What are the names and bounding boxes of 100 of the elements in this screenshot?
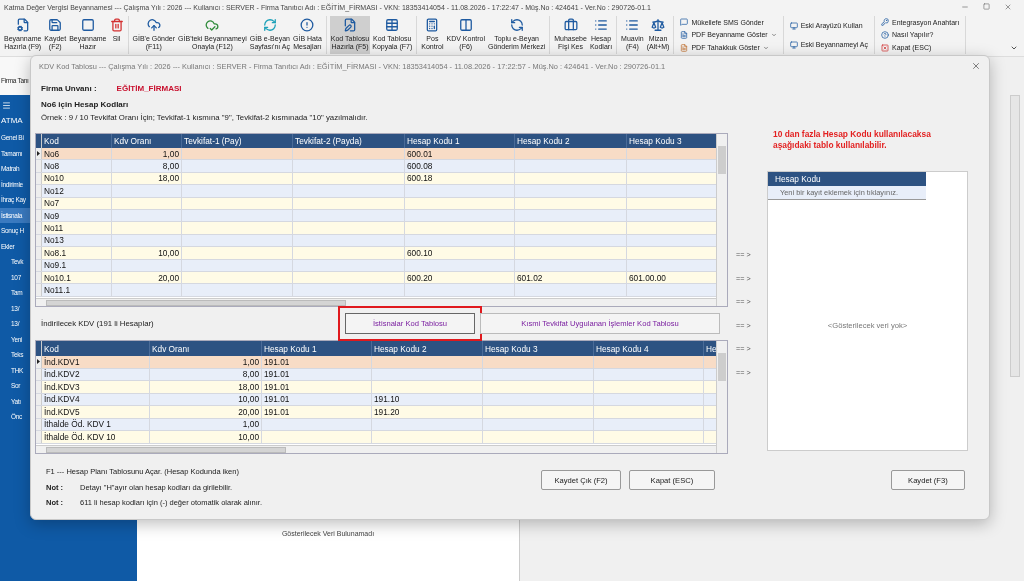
table-cell: 191.01 [262,368,372,380]
monitor-icon [789,21,798,30]
table-cell: 1,00 [112,148,182,160]
table-cell: 191.20 [372,406,483,418]
table-cell: No9 [42,209,112,222]
table-cell: 10,00 [150,393,262,405]
chevron-icon[interactable] [1010,44,1018,52]
maximize-icon[interactable] [983,3,990,10]
table-cell: No13 [42,234,112,247]
table-cell: 191.01 [262,406,372,418]
table-cell: No6 [42,148,112,160]
sidebar-title: ATMA [1,115,23,125]
document-icon [680,31,689,39]
row-pointer-icon [37,359,40,365]
table-cell: İnd.KDV3 [42,381,150,393]
table-cell: 601.02 [515,271,627,284]
table-cell: 18,00 [150,381,262,393]
list-icon [625,18,640,32]
horizontal-scrollbar[interactable] [36,445,716,453]
horizontal-scrollbar[interactable] [36,298,716,306]
table-cell: 10,00 [112,247,182,259]
table-cell: No8.1 [42,247,112,259]
table-cell: No7 [42,197,112,209]
table-cell: 1,00 [150,356,262,368]
row-pointer-icon [37,151,40,157]
table-cell: İthalde Öd. KDV 10 [42,431,150,443]
table-row[interactable]: İnd.KDV5 20,00 191.01 191.20 [36,406,716,419]
vertical-scrollbar[interactable] [716,341,727,453]
table-row[interactable]: İnd.KDV1 1,00 191.01 [36,356,716,369]
table-cell: İnd.KDV1 [42,356,150,368]
table-cell: 8,00 [112,160,182,172]
trash-icon [109,18,124,32]
close-icon [881,43,889,52]
save-icon [48,18,63,32]
table-row[interactable]: No6 1,00 600.01 [36,148,716,161]
vertical-scrollbar[interactable] [716,134,727,306]
menu-icon[interactable] [2,101,11,110]
row-header[interactable] [36,356,42,368]
document-gear-icon [15,18,30,32]
table-cell: No10 [42,172,112,185]
table-cell: 600.10 [405,247,515,259]
table-cell: No8 [42,160,112,172]
table-row[interactable]: No8 8,00 600.08 [36,160,716,173]
table-cell: 600.08 [405,160,515,172]
table-row[interactable]: İnd.KDV3 18,00 191.01 [36,381,716,394]
section-heading: No6 için Hesap Kodları [40,99,130,111]
table-row[interactable]: No11.1 [36,284,716,297]
cloud-check-icon [205,18,220,32]
briefcase-icon [563,18,578,32]
table-cell: No11 [42,222,112,234]
table-cell: 600.01 [405,148,515,160]
alert-icon [300,18,315,32]
field-label: Firma Unvanı : [41,83,97,93]
close-icon[interactable] [971,61,981,71]
scale-icon [651,18,666,32]
table-cell: İnd.KDV5 [42,406,150,418]
table-cell: 600.20 [405,271,515,284]
table-cell: No12 [42,185,112,197]
column-header[interactable]: Hesap Kodu [768,172,926,186]
table-cell: 8,00 [150,368,262,380]
refresh-icon [262,18,277,32]
minimize-icon[interactable] [961,3,969,11]
table-cell: 18,00 [112,172,182,185]
table-cell: 191.01 [262,356,372,368]
key-icon [881,18,889,27]
table-cell: 191.10 [372,393,483,405]
table-cell: 600.18 [405,172,515,185]
monitor-icon [789,40,798,49]
table-cell: 191.01 [262,393,372,405]
table-cell: No11.1 [42,284,112,296]
table-cell: İnd.KDV4 [42,393,150,405]
table-cell: 20,00 [150,406,262,418]
company-name: EĞİTİM_FİRMASI [116,83,182,93]
vertical-scrollbar[interactable] [1010,95,1020,377]
list-icon [594,18,608,32]
row-header[interactable] [36,148,42,160]
table-cell: 191.01 [262,381,372,393]
cloud-upload-icon [146,18,161,32]
table-row[interactable]: İthalde Öd. KDV 10 10,00 [36,431,716,444]
document-edit-icon [343,18,357,32]
table-cell: No10.1 [42,271,112,284]
table-icon [385,18,400,32]
table-cell: 1,00 [150,418,262,430]
close-icon[interactable] [1004,3,1012,11]
table-cell: 10,00 [150,431,262,443]
info-note: 10 dan fazla Hesap Kodu kullanılacaksa aşağıdaki tablo kullanılabilir. [772,129,932,151]
message-icon [680,18,689,27]
square-icon [80,18,95,32]
table-row[interactable]: No8.1 10,00 600.10 [36,247,716,260]
table-cell: İthalde Öd. KDV 1 [42,418,150,430]
table-cell: No9.1 [42,259,112,271]
table-row[interactable]: No12 [36,185,716,198]
table-cell: İnd.KDV2 [42,368,150,380]
help-icon [881,31,889,39]
refresh-icon [509,18,524,32]
calculator-icon [425,18,440,32]
document-icon [680,43,689,52]
columns-icon [458,18,473,32]
table-row[interactable]: No11 [36,222,716,235]
table-cell: 20,00 [112,271,182,284]
